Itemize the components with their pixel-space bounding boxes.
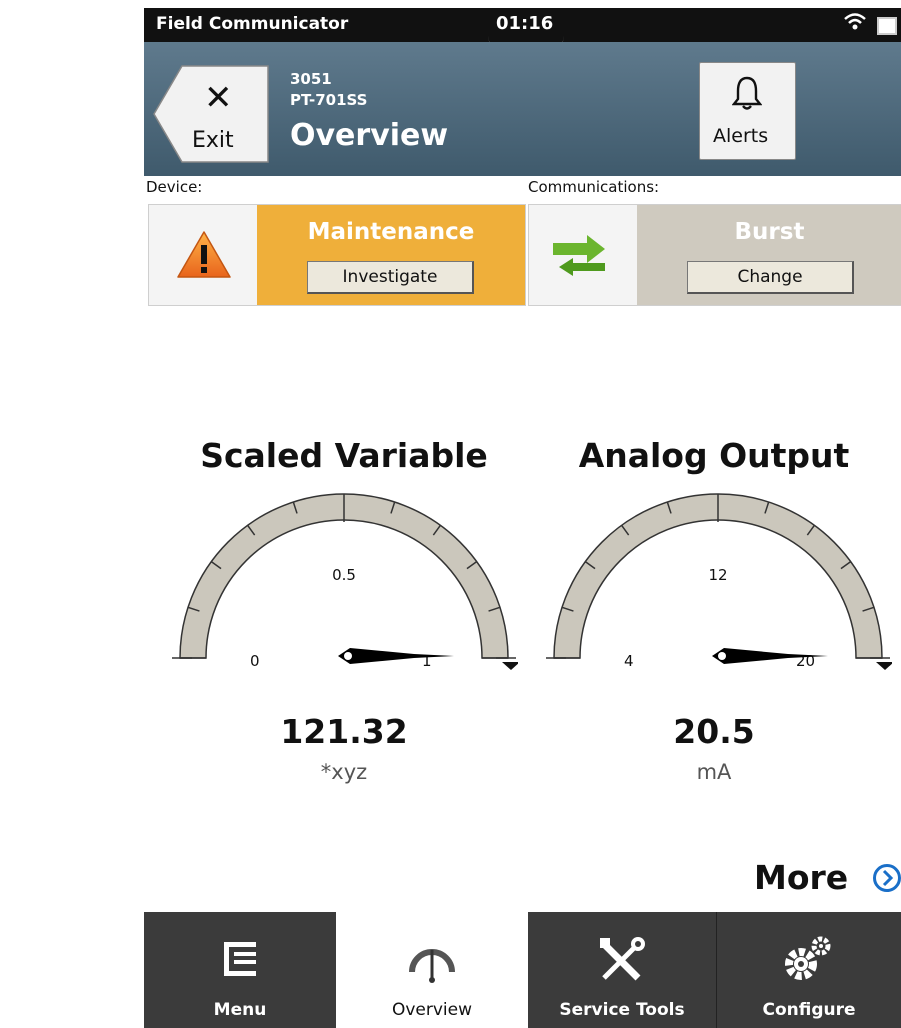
scaled-variable-unit: *xyz (320, 760, 368, 784)
scaled-variable-value: 121.32 (280, 712, 408, 751)
nav-overview-label: Overview (391, 1000, 473, 1020)
close-icon: ✕ (204, 78, 233, 118)
page-title: Overview (290, 118, 449, 153)
analog-output-gauge: 4 12 20 (546, 493, 892, 670)
alerts-label: Alerts (713, 125, 769, 147)
more-link[interactable]: More (754, 858, 848, 897)
burst-arrows-icon (553, 235, 605, 276)
communications-state-label: Burst (734, 219, 805, 245)
gauge-max-marker (502, 662, 518, 670)
gauge-mid-label: 0.5 (332, 566, 356, 584)
device-state-label: Maintenance (307, 219, 475, 245)
nav-configure[interactable]: Configure (717, 912, 901, 1028)
clock: 01:16 (496, 13, 554, 34)
device-state-box: Maintenance Investigate (257, 205, 525, 305)
field-communicator-screen: Field Communicator 01:16 ✕ Exit 3051 PT-… (144, 8, 901, 1028)
battery-icon (877, 17, 897, 35)
analog-output-unit: mA (696, 760, 732, 784)
exit-label: Exit (192, 128, 234, 153)
menu-list-icon (224, 942, 256, 976)
tools-icon (600, 937, 645, 981)
gauge-min-label: 0 (250, 652, 260, 670)
scaled-variable-gauge: 0 0.5 1 (172, 493, 518, 670)
alerts-button[interactable]: Alerts (699, 62, 796, 160)
nav-menu-label: Menu (213, 1000, 267, 1020)
scaled-variable-title: Scaled Variable (200, 436, 488, 475)
analog-output-title: Analog Output (578, 436, 850, 475)
nav-service-tools[interactable]: Service Tools (528, 912, 717, 1028)
header-bar: ✕ Exit 3051 PT-701SS Overview Alerts (144, 42, 901, 176)
nav-configure-label: Configure (762, 1000, 856, 1020)
warning-icon (177, 231, 231, 278)
exit-button[interactable]: ✕ Exit (152, 64, 270, 164)
communications-state-box: Burst Change (637, 205, 901, 305)
gauge-max-marker (876, 662, 892, 670)
nav-overview[interactable]: Overview (336, 912, 528, 1028)
gauge-min-label: 4 (624, 652, 634, 670)
analog-output-value: 20.5 (673, 712, 755, 751)
chevron-right-circle-icon[interactable] (872, 863, 901, 893)
gauge-mid-label: 12 (708, 566, 727, 584)
nav-service-tools-label: Service Tools (559, 1000, 685, 1020)
status-bar: Field Communicator 01:16 (144, 8, 901, 50)
bell-icon (732, 76, 762, 110)
gauge-needle (338, 648, 454, 664)
investigate-button[interactable]: Investigate (307, 261, 474, 294)
device-status-panel: Maintenance Investigate (148, 204, 526, 306)
gears-icon (785, 936, 831, 980)
communications-section-label: Communications: (528, 178, 660, 196)
gauge-icon (409, 949, 455, 983)
change-button[interactable]: Change (687, 261, 854, 294)
device-section-label: Device: (146, 178, 203, 196)
device-model: 3051 (290, 70, 332, 88)
nav-menu[interactable]: Menu (144, 912, 336, 1028)
device-tag: PT-701SS (290, 91, 368, 109)
communications-status-panel: Burst Change (528, 204, 901, 306)
wifi-icon (844, 13, 866, 36)
bottom-navigation: Menu Overview Service Tools Configure (144, 912, 901, 1028)
app-name: Field Communicator (156, 14, 349, 34)
